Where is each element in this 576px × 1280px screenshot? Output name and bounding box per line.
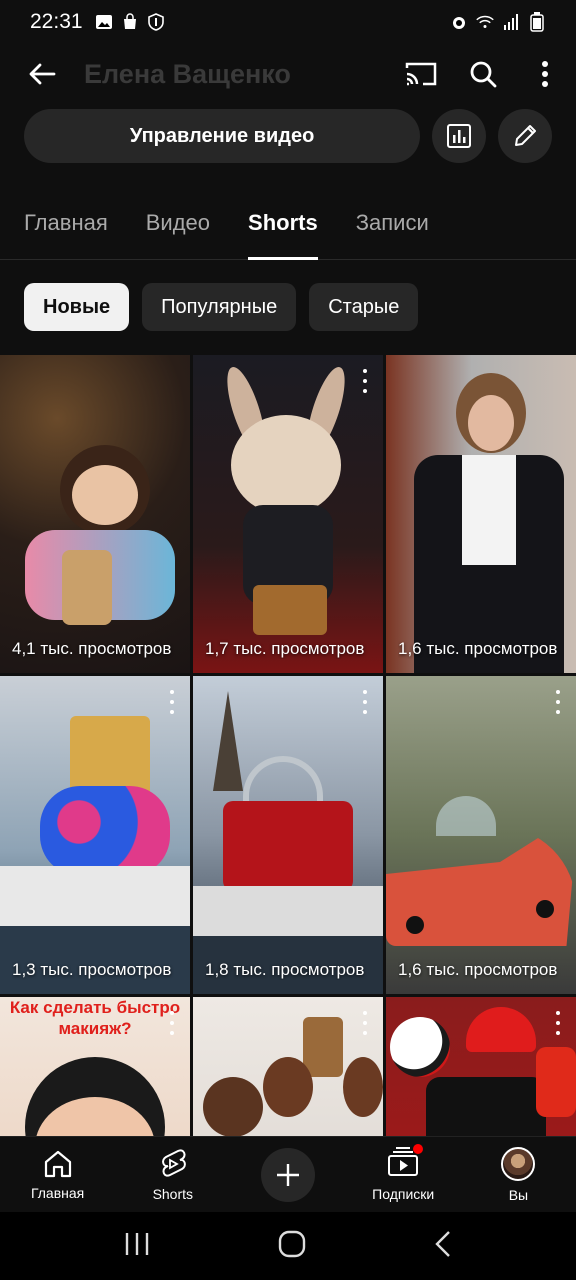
back-button[interactable] [0,44,84,104]
back-arrow-icon [29,63,56,85]
short-thumbnail[interactable]: 4,1 тыс. просмотров [0,355,190,673]
channel-tabs: Главная Видео Shorts Записи [0,190,576,260]
home-nav-button[interactable] [277,1229,307,1264]
short-more-button[interactable] [359,1011,371,1035]
manage-row: Управление видео [24,108,552,164]
plus-icon [277,1163,299,1186]
chip-oldest[interactable]: Старые [309,283,419,331]
bottom-navigation: Главная Shorts Подписки Вы [0,1136,576,1212]
chip-popular[interactable]: Популярные [142,283,297,331]
nav-you-label: Вы [508,1186,529,1203]
more-vert-icon [542,61,548,87]
channel-title: Елена Ващенко [84,58,291,89]
short-caption: Как сделать быстро макияж? [9,998,181,1038]
shield-badge-icon [147,13,165,31]
short-thumbnail[interactable]: 1,7 тыс. просмотров [193,355,383,673]
cast-button[interactable] [390,44,452,104]
recent-apps-icon [125,1232,149,1255]
nav-home[interactable]: Главная [0,1137,115,1212]
short-views: 1,6 тыс. просмотров [398,960,558,979]
nav-shorts[interactable]: Shorts [115,1137,230,1212]
edit-channel-button[interactable] [498,109,552,163]
pencil-icon [515,125,537,146]
short-thumbnail[interactable] [193,997,383,1136]
search-button[interactable] [452,44,514,104]
notification-dot [413,1144,424,1154]
tab-home[interactable]: Главная [24,190,108,260]
short-more-button[interactable] [359,690,371,714]
short-views: 1,3 тыс. просмотров [12,960,172,979]
short-thumbnail[interactable]: 1,6 тыс. просмотров [386,676,576,994]
analytics-icon [447,124,472,148]
short-thumbnail[interactable] [386,997,576,1136]
manage-videos-button[interactable]: Управление видео [24,109,421,163]
system-navigation [0,1212,576,1280]
create-button[interactable] [261,1147,315,1202]
recent-apps-button[interactable] [123,1231,151,1262]
back-nav-button[interactable] [433,1230,453,1263]
short-thumbnail[interactable]: 1,3 тыс. просмотров [0,676,190,994]
nav-subscriptions-label: Подписки [372,1186,435,1202]
cast-icon [405,62,437,86]
alarm-icon [450,13,468,31]
back-chevron-icon [435,1230,450,1257]
short-views: 4,1 тыс. просмотров [12,639,172,658]
wifi-icon [476,13,494,31]
short-thumbnail[interactable]: 1,8 тыс. просмотров [193,676,383,994]
search-icon [470,61,497,88]
nav-subscriptions[interactable]: Подписки [346,1137,461,1212]
nav-shorts-label: Shorts [152,1185,194,1202]
home-icon [44,1150,71,1177]
short-views: 1,8 тыс. просмотров [205,960,365,979]
avatar-icon [501,1146,536,1181]
sort-chips: Новые Популярные Старые [24,283,419,331]
short-views: 1,7 тыс. просмотров [205,639,365,658]
more-options-button[interactable] [514,44,576,104]
analytics-button[interactable] [432,109,487,163]
status-bar: 22:31 [0,0,576,44]
home-circle-icon [278,1230,306,1257]
image-icon [95,13,113,31]
battery-icon [528,12,546,32]
short-more-button[interactable] [166,690,178,714]
bag-icon [121,13,139,31]
nav-home-label: Главная [30,1184,85,1201]
tab-shorts[interactable]: Shorts [248,190,318,260]
chip-newest[interactable]: Новые [24,283,130,331]
signal-icon [502,13,520,31]
tab-videos[interactable]: Видео [146,190,210,260]
short-views: 1,6 тыс. просмотров [398,639,558,658]
channel-header: Елена Ващенко [0,44,576,104]
short-thumbnail[interactable]: Как сделать быстро макияж? [0,997,190,1136]
short-more-button[interactable] [552,690,564,714]
nav-you[interactable]: Вы [461,1137,576,1212]
shorts-icon [161,1148,186,1177]
nav-create[interactable] [230,1137,345,1212]
short-more-button[interactable] [552,1011,564,1035]
short-more-button[interactable] [166,1011,178,1035]
shorts-grid: 4,1 тыс. просмотров 1,7 тыс. просмотров … [0,355,576,1136]
short-more-button[interactable] [359,369,371,393]
tab-posts[interactable]: Записи [356,190,429,260]
short-thumbnail[interactable]: 1,6 тыс. просмотров [386,355,576,673]
status-time: 22:31 [30,10,83,33]
